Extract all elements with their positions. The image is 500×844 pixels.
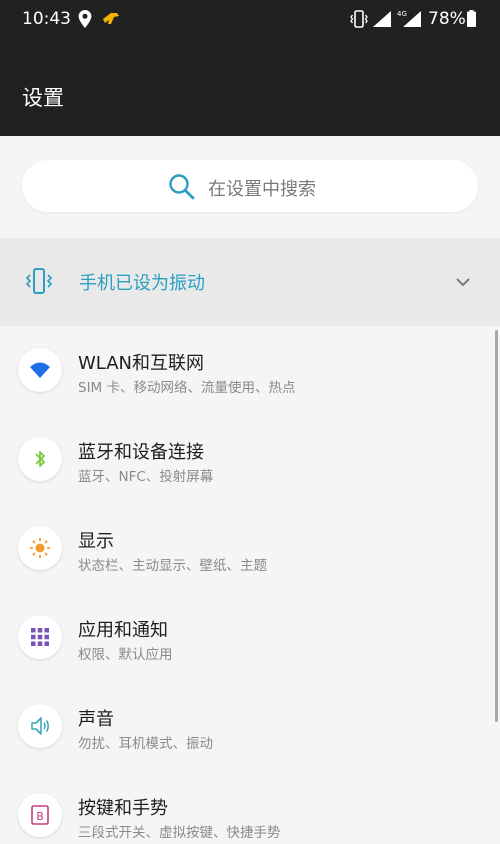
chevron-down-icon[interactable] [456,276,470,288]
item-title: WLAN和互联网 [78,353,205,374]
ring-mode-row[interactable]: 手机已设为振动 [0,238,500,326]
signal-4g-icon: 4G [397,10,421,27]
item-title: 显示 [78,531,114,552]
network-badge: 4G [397,10,407,18]
search-placeholder: 在设置中搜索 [208,179,316,200]
item-subtitle: 勿扰、耳机模式、振动 [78,736,213,752]
buttons-gestures-icon: B [18,793,62,837]
settings-item-buttons[interactable]: B 按键和手势 三段式开关、虚拟按键、快捷手势 [0,771,500,844]
settings-item-display[interactable]: 显示 状态栏、主动显示、壁纸、主题 [0,504,500,593]
app-notification-icon [103,13,119,24]
svg-text:B: B [36,810,44,823]
settings-item-bluetooth[interactable]: 蓝牙和设备连接 蓝牙、NFC、投射屏幕 [0,415,500,504]
status-time: 10:43 [22,9,71,29]
item-subtitle: 权限、默认应用 [78,647,173,663]
status-bar: 10:43 4G 78% [0,0,500,38]
wifi-icon [18,348,62,392]
speaker-icon [18,704,62,748]
item-title: 应用和通知 [78,620,168,641]
settings-item-wlan[interactable]: WLAN和互联网 SIM 卡、移动网络、流量使用、热点 [0,326,500,415]
item-subtitle: 三段式开关、虚拟按键、快捷手势 [78,825,281,841]
bluetooth-icon [18,437,62,481]
scrollbar[interactable] [495,330,498,722]
battery-percent: 78% [428,9,466,29]
page-title: 设置 [22,86,64,110]
brightness-icon [18,526,62,570]
item-title: 蓝牙和设备连接 [78,442,204,463]
app-bar: 10:43 4G 78% 设置 [0,0,500,136]
search-bar[interactable]: 在设置中搜索 [22,160,478,212]
item-subtitle: SIM 卡、移动网络、流量使用、热点 [78,380,296,396]
apps-grid-icon [18,615,62,659]
item-subtitle: 状态栏、主动显示、壁纸、主题 [78,558,267,574]
settings-item-apps[interactable]: 应用和通知 权限、默认应用 [0,593,500,682]
battery-icon [467,10,476,27]
location-icon [78,10,92,28]
item-subtitle: 蓝牙、NFC、投射屏幕 [78,469,214,485]
ring-mode-label: 手机已设为振动 [79,273,205,294]
item-title: 按键和手势 [78,798,168,819]
search-icon [169,174,195,200]
vibrate-mode-icon [25,268,53,294]
item-title: 声音 [78,709,114,730]
settings-item-sound[interactable]: 声音 勿扰、耳机模式、振动 [0,682,500,771]
signal-icon [373,11,391,27]
vibrate-icon [350,10,368,28]
